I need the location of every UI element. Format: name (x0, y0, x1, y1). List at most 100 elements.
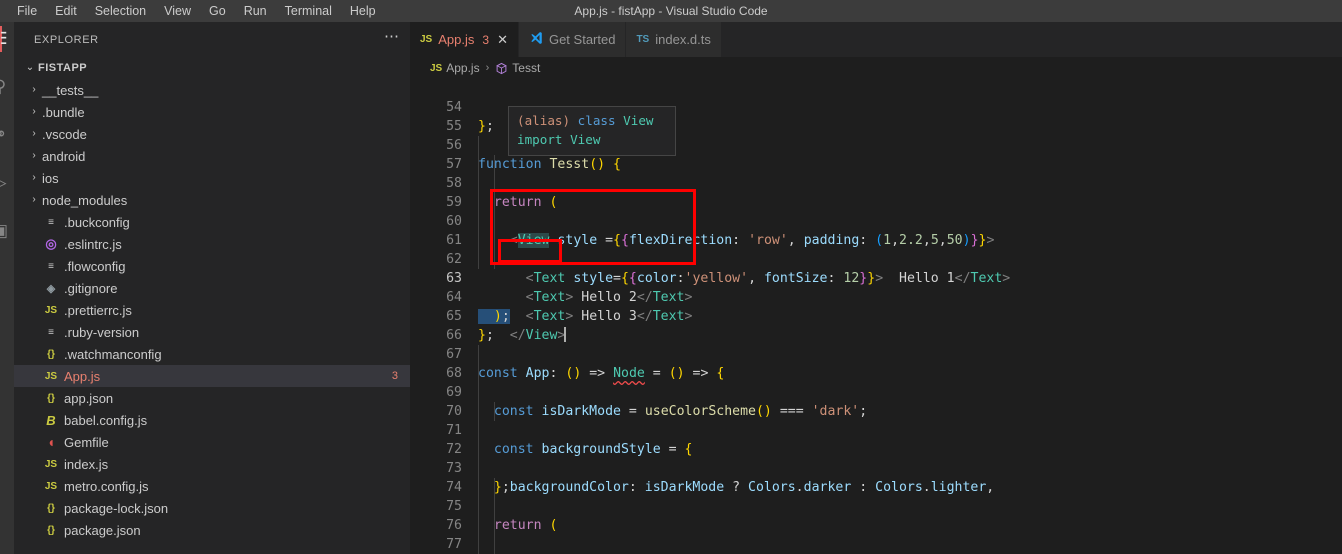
tree-item-prettierrc-js[interactable]: JS .prettierrc.js (14, 299, 410, 321)
tree-item-index-js[interactable]: JS index.js (14, 453, 410, 475)
explorer-more-actions-icon[interactable]: ⋯ (384, 29, 400, 48)
tree-item-ios[interactable]: › ios (14, 167, 410, 189)
breadcrumb-file[interactable]: App.js (446, 61, 479, 75)
tree-item-bundle[interactable]: › .bundle (14, 101, 410, 123)
tree-item-ruby-version[interactable]: ≡ .ruby-version (14, 321, 410, 343)
chevron-right-icon: › (32, 150, 36, 161)
tree-item-app-json[interactable]: {} app.json (14, 387, 410, 409)
explorer-sidebar: EXPLORER ⋯ ⌄ FISTAPP › __tests__ › .bund… (14, 22, 410, 554)
menu-item-go[interactable]: Go (200, 1, 235, 21)
indent-guide (494, 402, 495, 421)
indent-guide (494, 193, 495, 212)
search-icon[interactable]: ⚲ (0, 74, 13, 100)
babel-icon: B (46, 412, 56, 428)
chevron-down-icon: ⌄ (25, 62, 35, 73)
editor-group: JS App.js 3 ✕ Get Started TS index.d.ts … (410, 22, 1342, 554)
tree-item-vscode[interactable]: › .vscode (14, 123, 410, 145)
code-line: 62 <Text> Hello 3</Text> (410, 231, 1342, 324)
code-line: 68 const isDarkMode = useColorScheme() =… (410, 345, 1342, 419)
tree-item-tests[interactable]: › __tests__ (14, 79, 410, 101)
tree-item-package-lock-json[interactable]: {} package-lock.json (14, 497, 410, 519)
code-line: 66 (410, 307, 1342, 343)
tree-root-label: FISTAPP (38, 62, 88, 74)
code-line: 74 return ( (410, 459, 1342, 533)
menu-item-terminal[interactable]: Terminal (276, 1, 341, 21)
tree-item-label: .buckconfig (64, 214, 130, 230)
tree-item-label: package.json (64, 522, 141, 538)
json-icon: {} (47, 524, 55, 536)
source-control-icon[interactable]: ⚭ (0, 122, 13, 148)
indent-guide (478, 497, 479, 516)
indent-guide (478, 383, 479, 402)
tree-item-babel-config-js[interactable]: B babel.config.js (14, 409, 410, 431)
tree-item-watchmanconfig[interactable]: {} .watchmanconfig (14, 343, 410, 365)
tab-app-js[interactable]: JS App.js 3 ✕ (410, 22, 519, 57)
code-line: 76 <StatusBar barStyle={isDarkMode ? 'li… (410, 497, 1342, 533)
breadcrumb-symbol[interactable]: Tesst (512, 61, 540, 75)
tab-error-badge: 3 (482, 32, 490, 47)
file-tree: ⌄ FISTAPP › __tests__ › .bundle › .vscod… (14, 57, 410, 541)
extensions-icon[interactable]: ▣ (0, 218, 13, 244)
code-line: 70 const backgroundStyle = { (410, 383, 1342, 457)
tab-index-d-ts[interactable]: TS index.d.ts (626, 22, 722, 57)
tree-item-app-js[interactable]: JS App.js 3 (14, 365, 410, 387)
chevron-right-icon: › (32, 128, 36, 139)
indent-guide (494, 478, 495, 497)
ruby-gem-icon: ◖ (46, 434, 56, 450)
tree-item-label: .vscode (42, 126, 87, 142)
tree-item-label: .gitignore (64, 280, 118, 296)
code-line: 65 }; (410, 288, 1342, 343)
tree-item-label: .watchmanconfig (64, 346, 162, 362)
tree-item-label: App.js (64, 368, 101, 384)
code-line: 58 <View style ={{flexDirection: 'row', … (410, 155, 1342, 248)
tab-get-started[interactable]: Get Started (518, 22, 627, 57)
files-icon[interactable]: ☷ (0, 26, 13, 52)
tree-item-gitignore[interactable]: ◈ .gitignore (14, 277, 410, 299)
menu-item-help[interactable]: Help (341, 1, 385, 21)
indent-guide (494, 250, 495, 269)
tree-item-metro-config-js[interactable]: JS metro.config.js (14, 475, 410, 497)
indent-guide (494, 155, 495, 174)
js-icon: JS (44, 480, 58, 492)
js-icon: JS (44, 458, 58, 470)
indent-guide (494, 535, 495, 554)
code-line: 60 <Text style={{color:'yellow', fontSiz… (410, 193, 1342, 286)
code-line: 72 }; (410, 421, 1342, 495)
code-editor[interactable]: 54 }; 55 56 function Tesst() { 57 return… (410, 79, 1342, 554)
tree-item-android[interactable]: › android (14, 145, 410, 167)
tree-item-buckconfig[interactable]: ≡ .buckconfig (14, 211, 410, 233)
code-line: 77 <Header /> (410, 516, 1342, 552)
tree-item-package-json[interactable]: {} package.json (14, 519, 410, 541)
indent-guide (478, 212, 479, 231)
vscode-logo-icon (529, 31, 543, 48)
close-icon[interactable]: ✕ (497, 32, 508, 48)
menu-item-view[interactable]: View (155, 1, 200, 21)
tree-item-eslintrc-js[interactable]: ◎ .eslintrc.js (14, 233, 410, 255)
tree-item-label: .flowconfig (64, 258, 126, 274)
chevron-right-icon: › (32, 172, 36, 183)
indent-guide (478, 136, 479, 155)
tree-item-label: .ruby-version (64, 324, 140, 340)
tree-item-label: babel.config.js (64, 412, 148, 428)
indent-guide (478, 440, 479, 459)
run-debug-icon[interactable]: ▷ (0, 170, 13, 196)
tree-item-label: ios (42, 170, 59, 186)
tree-root-fistapp[interactable]: ⌄ FISTAPP (14, 57, 410, 79)
tree-item-label: package-lock.json (64, 500, 169, 516)
js-icon: JS (420, 34, 433, 45)
breadcrumb: JS App.js › Tesst (410, 57, 1342, 79)
tree-item-flowconfig[interactable]: ≡ .flowconfig (14, 255, 410, 277)
indent-guide (478, 250, 479, 269)
tree-item-error-badge: 3 (391, 370, 398, 382)
tree-item-node-modules[interactable]: › node_modules (14, 189, 410, 211)
menu-item-selection[interactable]: Selection (86, 1, 155, 21)
indent-guide (478, 459, 479, 478)
tree-item-label: node_modules (42, 192, 128, 208)
tab-label: App.js (438, 32, 475, 47)
tree-item-gemfile[interactable]: ◖ Gemfile (14, 431, 410, 453)
menu-item-file[interactable]: File (8, 1, 46, 21)
menu-item-run[interactable]: Run (235, 1, 276, 21)
menu-item-edit[interactable]: Edit (46, 1, 86, 21)
typescript-icon: TS (636, 34, 650, 45)
indent-guide (478, 535, 479, 554)
